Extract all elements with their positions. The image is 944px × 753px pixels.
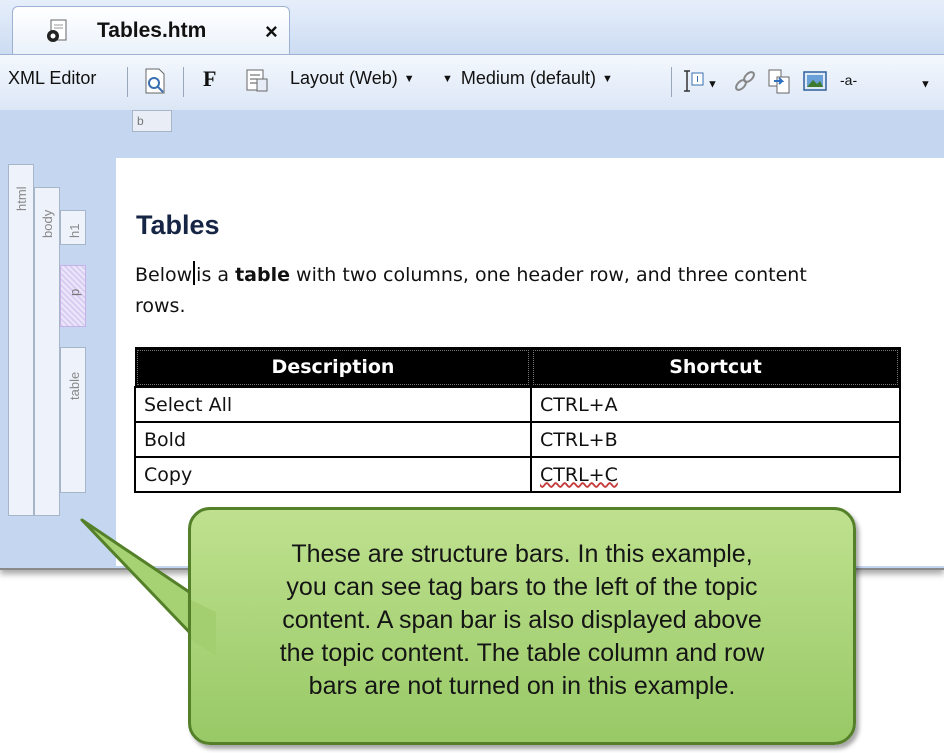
para-text: Below bbox=[135, 264, 193, 286]
properties-icon[interactable] bbox=[244, 67, 270, 95]
tab-tables-htm[interactable]: Tables.htm × bbox=[12, 6, 290, 55]
toolbar-separator bbox=[127, 67, 128, 97]
table-cell[interactable]: Select All bbox=[134, 386, 532, 423]
structure-bar-body[interactable]: body bbox=[34, 187, 60, 516]
callout-line: These are structure bars. In this exampl… bbox=[291, 540, 753, 568]
chevron-down-icon: ▼ bbox=[920, 78, 931, 91]
callout-line: the topic content. The table column and … bbox=[279, 639, 765, 667]
table-cell[interactable]: CTRL+B bbox=[530, 421, 901, 458]
cross-reference-icon[interactable] bbox=[766, 67, 792, 95]
text-caret bbox=[193, 261, 196, 285]
spelling-flag-text: CTRL+C bbox=[540, 463, 618, 486]
table-cell[interactable]: CTRL+A bbox=[530, 386, 901, 423]
callout-line: content. A span bar is also displayed ab… bbox=[282, 606, 762, 634]
structure-bar-html-label: html bbox=[14, 186, 29, 211]
structure-bar-body-label: body bbox=[40, 209, 55, 238]
layout-dropdown[interactable]: Layout (Web) ▼ bbox=[290, 68, 415, 89]
font-button[interactable]: F bbox=[203, 66, 216, 92]
toolbar: XML Editor F Layout (Web) ▼ ▼ Medium (defa… bbox=[0, 54, 944, 112]
insert-text-icon[interactable] bbox=[680, 67, 706, 95]
para-text: is a bbox=[196, 264, 236, 286]
table-cell[interactable]: CTRL+C bbox=[530, 456, 901, 493]
table-row: Select All CTRL+A bbox=[134, 386, 901, 423]
table-header-cell[interactable]: Shortcut bbox=[530, 347, 901, 388]
tab-title: Tables.htm bbox=[97, 19, 207, 42]
chevron-down-icon: ▼ bbox=[601, 73, 613, 86]
structure-bar-table[interactable]: table bbox=[60, 347, 86, 493]
medium-dropdown-label: Medium (default) bbox=[460, 68, 596, 88]
page-title: Tables bbox=[136, 210, 220, 240]
chevron-down-icon: ▼ bbox=[707, 78, 718, 91]
preview-icon[interactable] bbox=[142, 67, 168, 95]
structure-bar-p[interactable]: p bbox=[60, 265, 86, 327]
layout-dropdown-label: Layout (Web) bbox=[290, 68, 398, 88]
para-bold-text: table bbox=[235, 264, 290, 286]
chevron-down-icon: ▼ bbox=[442, 73, 453, 86]
structure-bars: html body h1 p table bbox=[0, 158, 116, 566]
style-button[interactable]: -a- bbox=[840, 72, 857, 88]
medium-dropdown[interactable]: ▼ Medium (default) ▼ bbox=[442, 68, 613, 89]
link-icon[interactable] bbox=[732, 67, 758, 95]
callout-line: bars are not turned on in this example. bbox=[308, 672, 736, 700]
structure-bar-p-label: p bbox=[67, 288, 82, 296]
table-cell[interactable]: Bold bbox=[134, 421, 532, 458]
topic-content[interactable]: Tables Below is a table with two columns,… bbox=[116, 158, 944, 566]
document-icon bbox=[47, 19, 67, 42]
table-header-row: Description Shortcut bbox=[134, 347, 901, 388]
toolbar-separator bbox=[671, 67, 672, 97]
structure-bar-table-label: table bbox=[67, 371, 82, 400]
table-row: Bold CTRL+B bbox=[134, 421, 901, 458]
span-bar-b[interactable]: b bbox=[132, 110, 172, 132]
table-row: Copy CTRL+C bbox=[134, 456, 901, 493]
callout-line: you can see tag bars to the left of the … bbox=[286, 573, 758, 601]
style-dropdown-arrow[interactable]: ▼ bbox=[920, 73, 931, 94]
paragraph[interactable]: Below is a table with two columns, one he… bbox=[135, 260, 855, 322]
span-bar-area: b bbox=[0, 110, 944, 158]
structure-bar-h1-label: h1 bbox=[67, 223, 82, 238]
structure-bar-html[interactable]: html bbox=[8, 164, 34, 516]
shortcut-table[interactable]: Description Shortcut Select All CTRL+A B… bbox=[134, 347, 901, 493]
callout-text: These are structure bars. In this exampl… bbox=[191, 538, 853, 703]
table-header-cell[interactable]: Description bbox=[134, 347, 532, 388]
editor-window: Tables.htm × XML Editor F Layout (Web) ▼ … bbox=[0, 0, 944, 570]
table-cell[interactable]: Copy bbox=[134, 456, 532, 493]
xml-editor-button[interactable]: XML Editor bbox=[8, 68, 96, 89]
toolbar-separator bbox=[183, 67, 184, 97]
structure-bar-h1[interactable]: h1 bbox=[60, 210, 86, 245]
chevron-down-icon: ▼ bbox=[403, 73, 415, 86]
image-icon[interactable] bbox=[802, 67, 828, 95]
callout-box: These are structure bars. In this exampl… bbox=[188, 507, 856, 745]
close-icon[interactable]: × bbox=[265, 19, 278, 45]
tab-strip: Tables.htm × bbox=[0, 0, 944, 55]
insert-dropdown-arrow[interactable]: ▼ bbox=[707, 73, 718, 94]
